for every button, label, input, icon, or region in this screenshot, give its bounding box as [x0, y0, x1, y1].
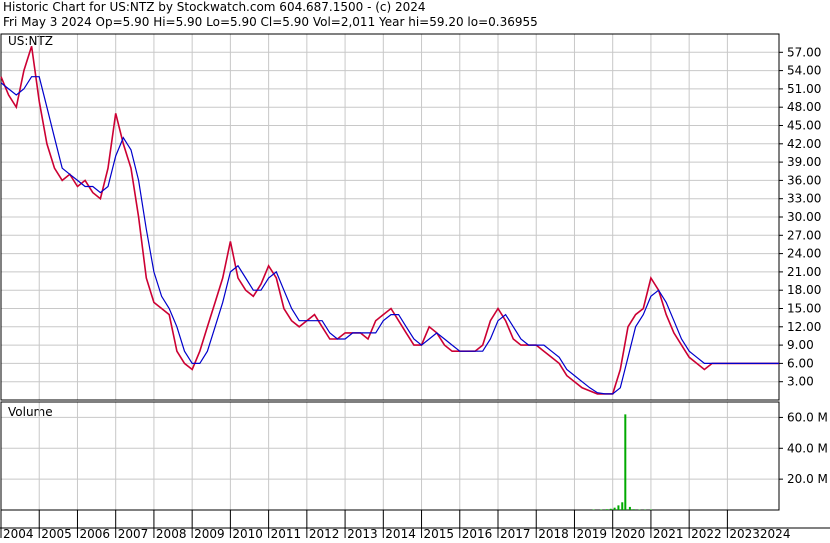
x-tick-label: 2004 — [3, 527, 34, 541]
price-tick-label: 24.00 — [787, 247, 821, 261]
x-tick-label: 20232024 — [729, 527, 790, 541]
x-tick-label: 2007 — [118, 527, 149, 541]
x-tick-label: 2017 — [500, 527, 531, 541]
volume-y-axis: 60.0 M 40.0 M 20.0 M — [779, 410, 828, 486]
x-tick-label: 2011 — [271, 527, 302, 541]
x-tick-label: 2022 — [691, 527, 722, 541]
x-tick-label: 2015 — [424, 527, 455, 541]
volume-panel-frame — [0, 401, 780, 511]
price-tick-label: 57.00 — [787, 45, 821, 59]
price-tick-label: 3.00 — [787, 375, 814, 389]
x-tick-label: 2018 — [538, 527, 569, 541]
x-tick-label: 2019 — [576, 527, 607, 541]
volume-tick-label: 60.0 M — [787, 410, 828, 424]
price-tick-label: 39.00 — [787, 155, 821, 169]
price-tick-label: 54.00 — [787, 64, 821, 78]
price-tick-label: 51.00 — [787, 82, 821, 96]
price-tick-label: 9.00 — [787, 338, 814, 352]
x-tick-label: 2010 — [232, 527, 263, 541]
x-tick-label: 2021 — [653, 527, 684, 541]
stock-chart: 57.00 54.00 51.00 48.00 45.00 42.00 39.00 36.00… — [0, 33, 830, 541]
price-tick-label: 36.00 — [787, 173, 821, 187]
x-axis: 2004 2005 2006 2007 2008 2009 2010 2011 2012 2013… — [0, 510, 830, 541]
volume-grid — [0, 402, 779, 510]
price-tick-label: 42.00 — [787, 137, 821, 151]
x-tick-label: 2020 — [615, 527, 646, 541]
x-tick-label: 2014 — [385, 527, 416, 541]
x-tick-label: 2016 — [462, 527, 493, 541]
price-tick-label: 18.00 — [787, 283, 821, 297]
price-tick-label: 48.00 — [787, 100, 821, 114]
x-tick-label: 2012 — [309, 527, 340, 541]
price-grid — [0, 34, 779, 400]
x-tick-label: 2005 — [41, 527, 72, 541]
volume-bars — [592, 414, 652, 510]
price-tick-label: 6.00 — [787, 356, 814, 370]
price-tick-label: 27.00 — [787, 228, 821, 242]
price-tick-label: 33.00 — [787, 192, 821, 206]
price-y-axis: 57.00 54.00 51.00 48.00 45.00 42.00 39.00 36.00… — [779, 45, 821, 389]
price-series-group — [0, 45, 779, 395]
x-tick-label: 2006 — [79, 527, 110, 541]
x-tick-label: 2009 — [194, 527, 225, 541]
x-tick-label: 2013 — [347, 527, 378, 541]
price-tick-label: 12.00 — [787, 320, 821, 334]
x-tick-label: 2008 — [156, 527, 187, 541]
price-tick-label: 21.00 — [787, 265, 821, 279]
volume-tick-label: 20.0 M — [787, 472, 828, 486]
price-tick-label: 15.00 — [787, 302, 821, 316]
volume-tick-label: 40.0 M — [787, 441, 828, 455]
price-tick-label: 45.00 — [787, 119, 821, 133]
price-series-line — [0, 45, 779, 395]
price-tick-label: 30.00 — [787, 210, 821, 224]
